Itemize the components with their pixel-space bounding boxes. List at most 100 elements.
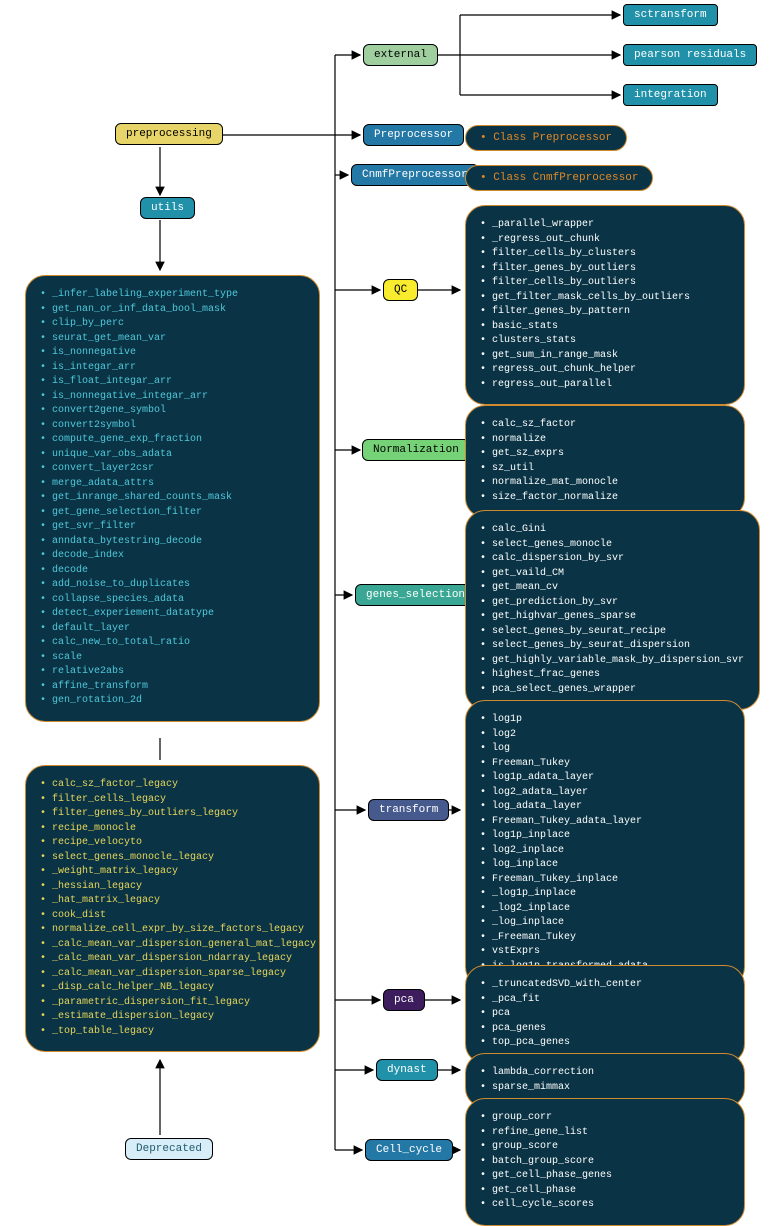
list-item: merge_adata_attrs (40, 477, 305, 492)
list-item: get_sum_in_range_mask (480, 349, 730, 364)
list-item: pca_genes (480, 1022, 730, 1037)
list-item: get_sz_exprs (480, 447, 730, 462)
list-item: is_float_integar_arr (40, 375, 305, 390)
node-label: transform (379, 804, 438, 816)
list-item: _hessian_legacy (40, 880, 305, 895)
list-item: log2 (480, 728, 730, 743)
list-genes-selection: calc_Giniselect_genes_monoclecalc_disper… (465, 510, 760, 710)
list-item: vstExprs (480, 945, 730, 960)
node-qc: QC (383, 279, 418, 301)
list-item: _hat_matrix_legacy (40, 894, 305, 909)
list-item: is_integar_arr (40, 361, 305, 376)
list-item: log_adata_layer (480, 800, 730, 815)
list-item: convert2gene_symbol (40, 404, 305, 419)
list-item: get_filter_mask_cells_by_outliers (480, 291, 730, 306)
list-item: clip_by_perc (40, 317, 305, 332)
list-item: log_inplace (480, 858, 730, 873)
list-item: get_gene_selection_filter (40, 506, 305, 521)
list-cell-cycle: group_corrrefine_gene_listgroup_scorebat… (465, 1098, 745, 1226)
node-label: integration (634, 89, 707, 101)
list-item: log1p (480, 713, 730, 728)
list-item: regress_out_chunk_helper (480, 363, 730, 378)
list-item: log1p_adata_layer (480, 771, 730, 786)
list-item: default_layer (40, 622, 305, 637)
list-item: scale (40, 651, 305, 666)
node-utils: utils (140, 197, 195, 219)
list-item: decode_index (40, 549, 305, 564)
list-item: gen_rotation_2d (40, 694, 305, 709)
list-item: calc_dispersion_by_svr (480, 552, 745, 567)
node-transform: transform (368, 799, 449, 821)
class-label: Class Preprocessor (480, 132, 612, 144)
list-item: pca (480, 1007, 730, 1022)
list-item: clusters_stats (480, 334, 730, 349)
node-deprecated: Deprecated (125, 1138, 213, 1160)
list-item: filter_cells_legacy (40, 793, 305, 808)
list-item: _log_inplace (480, 916, 730, 931)
list-item: highest_frac_genes (480, 668, 745, 683)
node-label: Normalization (373, 444, 459, 456)
list-item: get_mean_cv (480, 581, 745, 596)
list-item: convert2symbol (40, 419, 305, 434)
list-item: calc_Gini (480, 523, 745, 538)
list-item: _parallel_wrapper (480, 218, 730, 233)
list-item: normalize (480, 433, 730, 448)
node-label: Cell_cycle (376, 1144, 442, 1156)
node-label: pearson residuals (634, 49, 746, 61)
class-preprocessor: Class Preprocessor (465, 125, 627, 151)
list-item: log1p_inplace (480, 829, 730, 844)
list-item: top_pca_genes (480, 1036, 730, 1051)
list-item: _log2_inplace (480, 902, 730, 917)
list-item: seurat_get_mean_var (40, 332, 305, 347)
list-item: calc_sz_factor_legacy (40, 778, 305, 793)
list-item: batch_group_score (480, 1155, 730, 1170)
node-label: QC (394, 284, 407, 296)
list-item: _calc_mean_var_dispersion_sparse_legacy (40, 967, 305, 982)
list-item: anndata_bytestring_decode (40, 535, 305, 550)
list-item: _weight_matrix_legacy (40, 865, 305, 880)
list-item: add_noise_to_duplicates (40, 578, 305, 593)
list-item: convert_layer2csr (40, 462, 305, 477)
node-external: external (363, 44, 438, 66)
node-normalization: Normalization (362, 439, 470, 461)
list-item: _infer_labeling_experiment_type (40, 288, 305, 303)
list-item: get_prediction_by_svr (480, 596, 745, 611)
list-deprecated: calc_sz_factor_legacyfilter_cells_legacy… (25, 765, 320, 1052)
list-normalization: calc_sz_factornormalizeget_sz_exprssz_ut… (465, 405, 745, 518)
list-item: Freeman_Tukey_adata_layer (480, 815, 730, 830)
list-item: get_highly_variable_mask_by_dispersion_s… (480, 654, 745, 669)
list-item: _top_table_legacy (40, 1025, 305, 1040)
node-label: sctransform (634, 9, 707, 21)
list-item: get_cell_phase (480, 1184, 730, 1199)
list-item: unique_var_obs_adata (40, 448, 305, 463)
node-label: Deprecated (136, 1143, 202, 1155)
list-item: compute_gene_exp_fraction (40, 433, 305, 448)
list-item: select_genes_monocle_legacy (40, 851, 305, 866)
list-item: group_score (480, 1140, 730, 1155)
node-label: external (374, 49, 427, 61)
node-label: utils (151, 202, 184, 214)
list-item: filter_cells_by_clusters (480, 247, 730, 262)
list-item: pca_select_genes_wrapper (480, 683, 745, 698)
list-pca: _truncatedSVD_with_center_pca_fitpcapca_… (465, 965, 745, 1064)
list-item: recipe_velocyto (40, 836, 305, 851)
class-cnmf: Class CnmfPreprocessor (465, 165, 653, 191)
list-item: _calc_mean_var_dispersion_general_mat_le… (40, 938, 305, 953)
list-item: collapse_species_adata (40, 593, 305, 608)
list-item: Freeman_Tukey (480, 757, 730, 772)
list-item: select_genes_by_seurat_dispersion (480, 639, 745, 654)
list-item: _pca_fit (480, 993, 730, 1008)
node-dynast: dynast (376, 1059, 438, 1081)
list-item: group_corr (480, 1111, 730, 1126)
node-preprocessing: preprocessing (115, 123, 223, 145)
node-integration: integration (623, 84, 718, 106)
list-item: _log1p_inplace (480, 887, 730, 902)
node-label: genes_selection (366, 589, 465, 601)
list-item: log (480, 742, 730, 757)
list-item: get_svr_filter (40, 520, 305, 535)
list-item: filter_genes_by_outliers (480, 262, 730, 277)
list-item: affine_transform (40, 680, 305, 695)
list-item: _truncatedSVD_with_center (480, 978, 730, 993)
list-item: normalize_mat_monocle (480, 476, 730, 491)
list-item: get_vaild_CM (480, 567, 745, 582)
